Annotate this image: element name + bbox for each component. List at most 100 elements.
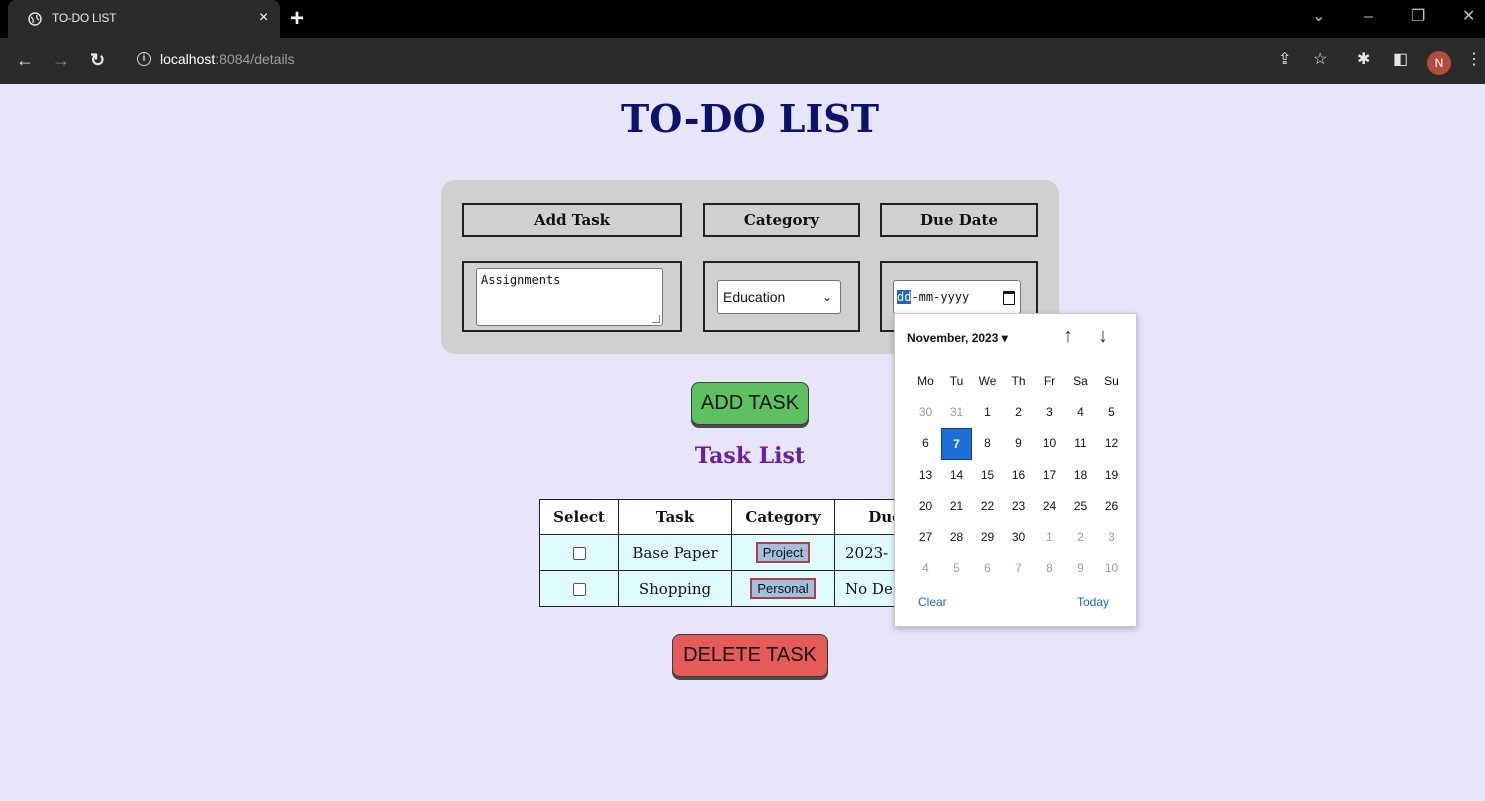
calendar-day[interactable]: 7 [1003,553,1034,584]
clear-date-link[interactable]: Clear [918,595,947,609]
calendar-day[interactable]: 9 [1065,553,1096,584]
calendar-icon[interactable] [1003,291,1015,305]
calendar-day[interactable]: 6 [910,428,941,459]
category-column-header: Category [731,499,835,535]
calendar-day[interactable]: 20 [910,491,941,522]
date-day-segment[interactable]: dd [897,290,912,304]
site-info-icon[interactable]: i [137,52,151,66]
calendar-day[interactable]: 11 [1065,428,1096,459]
calendar-day[interactable]: 3 [1034,397,1065,428]
calendar-day[interactable]: 30 [1003,522,1034,553]
calendar-day[interactable]: 4 [1065,397,1096,428]
task-cell: Base Paper [618,534,732,571]
tab-search-chevron-icon[interactable]: ⌄ [1312,6,1325,28]
new-tab-icon[interactable]: + [290,5,304,33]
window-close-icon[interactable]: ✕ [1462,6,1475,28]
task-cell: Shopping [618,570,732,607]
calendar-day[interactable]: 10 [1034,428,1065,459]
calendar-day[interactable]: 6 [972,553,1003,584]
tab-close-icon[interactable]: × [259,8,268,28]
task-column-header: Task [618,499,732,535]
resize-grip-icon[interactable] [652,315,660,323]
month-year-selector[interactable]: November, 2023 ▾ [907,331,1008,345]
category-cell: Project [731,534,835,571]
calendar-day[interactable]: 4 [910,553,941,584]
category-header: Category [703,203,860,237]
calendar-day[interactable]: 28 [941,522,972,553]
category-input-cell: Education ⌄ [703,261,860,332]
calendar-day[interactable]: 1 [972,397,1003,428]
calendar-day[interactable]: 1 [1034,522,1065,553]
calendar-day[interactable]: 12 [1096,428,1127,459]
row-checkbox[interactable] [572,547,586,560]
add-task-button[interactable]: ADD TASK [691,382,809,425]
url-text[interactable]: localhost:8084/details [160,51,295,67]
calendar-day[interactable]: 2 [1065,522,1096,553]
menu-icon[interactable]: ⋮ [1466,50,1482,70]
calendar-day[interactable]: 21 [941,491,972,522]
browser-tab[interactable]: TO-DO LIST × [8,0,280,38]
weekday-label: Th [1011,374,1026,388]
row-checkbox[interactable] [572,583,586,596]
profile-avatar[interactable]: N [1427,51,1451,75]
previous-month-arrow-icon[interactable]: ↑ [1063,326,1073,346]
weekday-label: Sa [1073,374,1088,388]
calendar-day[interactable]: 25 [1065,491,1096,522]
category-select[interactable]: Education ⌄ [717,280,841,314]
url-path: :8084/details [215,51,295,67]
calendar-day[interactable]: 5 [1096,397,1127,428]
calendar-day[interactable]: 13 [910,460,941,491]
task-textarea[interactable]: Assignments [476,268,663,326]
calendar-day[interactable]: 2 [1003,397,1034,428]
calendar-day[interactable]: 8 [972,428,1003,459]
calendar-day[interactable]: 17 [1034,460,1065,491]
calendar-day[interactable]: 16 [1003,460,1034,491]
calendar-day[interactable]: 9 [1003,428,1034,459]
due-date-header: Due Date [880,203,1038,237]
calendar-day[interactable]: 29 [972,522,1003,553]
weekday-label: We [978,374,997,388]
task-list-title: Task List [694,443,806,469]
calendar-day[interactable]: 30 [910,397,941,428]
today-link[interactable]: Today [1077,595,1109,609]
extensions-icon[interactable]: ✱ [1357,50,1370,70]
reload-icon[interactable]: ↻ [90,50,105,70]
calendar-day[interactable]: 31 [941,397,972,428]
calendar-day[interactable]: 3 [1096,522,1127,553]
category-cell: Personal [731,570,835,607]
calendar-day[interactable]: 23 [1003,491,1034,522]
calendar-day[interactable]: 22 [972,491,1003,522]
calendar-day[interactable]: 19 [1096,460,1127,491]
due-date-input[interactable]: dd-mm-yyyy [893,280,1021,314]
tab-title: TO-DO LIST [52,11,117,25]
calendar-day[interactable]: 8 [1034,553,1065,584]
chevron-down-icon: ⌄ [821,290,832,304]
browser-tabstrip: TO-DO LIST × + ⌄ – ❐ ✕ [0,0,1485,38]
calendar-day[interactable]: 14 [941,460,972,491]
calendar-day[interactable]: 27 [910,522,941,553]
back-icon[interactable]: ← [16,50,34,70]
calendar-day[interactable]: 26 [1096,491,1127,522]
forward-icon[interactable]: → [52,50,70,70]
calendar-day[interactable]: 10 [1096,553,1127,584]
calendar-day[interactable]: 15 [972,460,1003,491]
url-host: localhost [160,51,216,67]
weekday-label: Fr [1043,374,1056,388]
calendar-day[interactable]: 5 [941,553,972,584]
minimize-icon[interactable]: – [1364,6,1373,28]
address-bar[interactable]: i localhost:8084/details [122,45,1322,77]
task-input-cell: Assignments [462,261,682,332]
select-cell [539,570,619,607]
side-panel-icon[interactable]: ◧ [1393,50,1408,70]
calendar-day[interactable]: 18 [1065,460,1096,491]
weekday-label: Tu [949,374,964,388]
calendar-day[interactable]: 7 [941,428,972,460]
restore-icon[interactable]: ❐ [1411,6,1425,28]
select-column-header: Select [539,499,619,535]
select-cell [539,534,619,571]
delete-task-button[interactable]: DELETE TASK [672,634,828,677]
weekday-label: Mo [917,374,934,388]
date-rest-segment[interactable]: -mm-yyyy [911,290,969,304]
next-month-arrow-icon[interactable]: ↓ [1098,326,1108,346]
calendar-day[interactable]: 24 [1034,491,1065,522]
